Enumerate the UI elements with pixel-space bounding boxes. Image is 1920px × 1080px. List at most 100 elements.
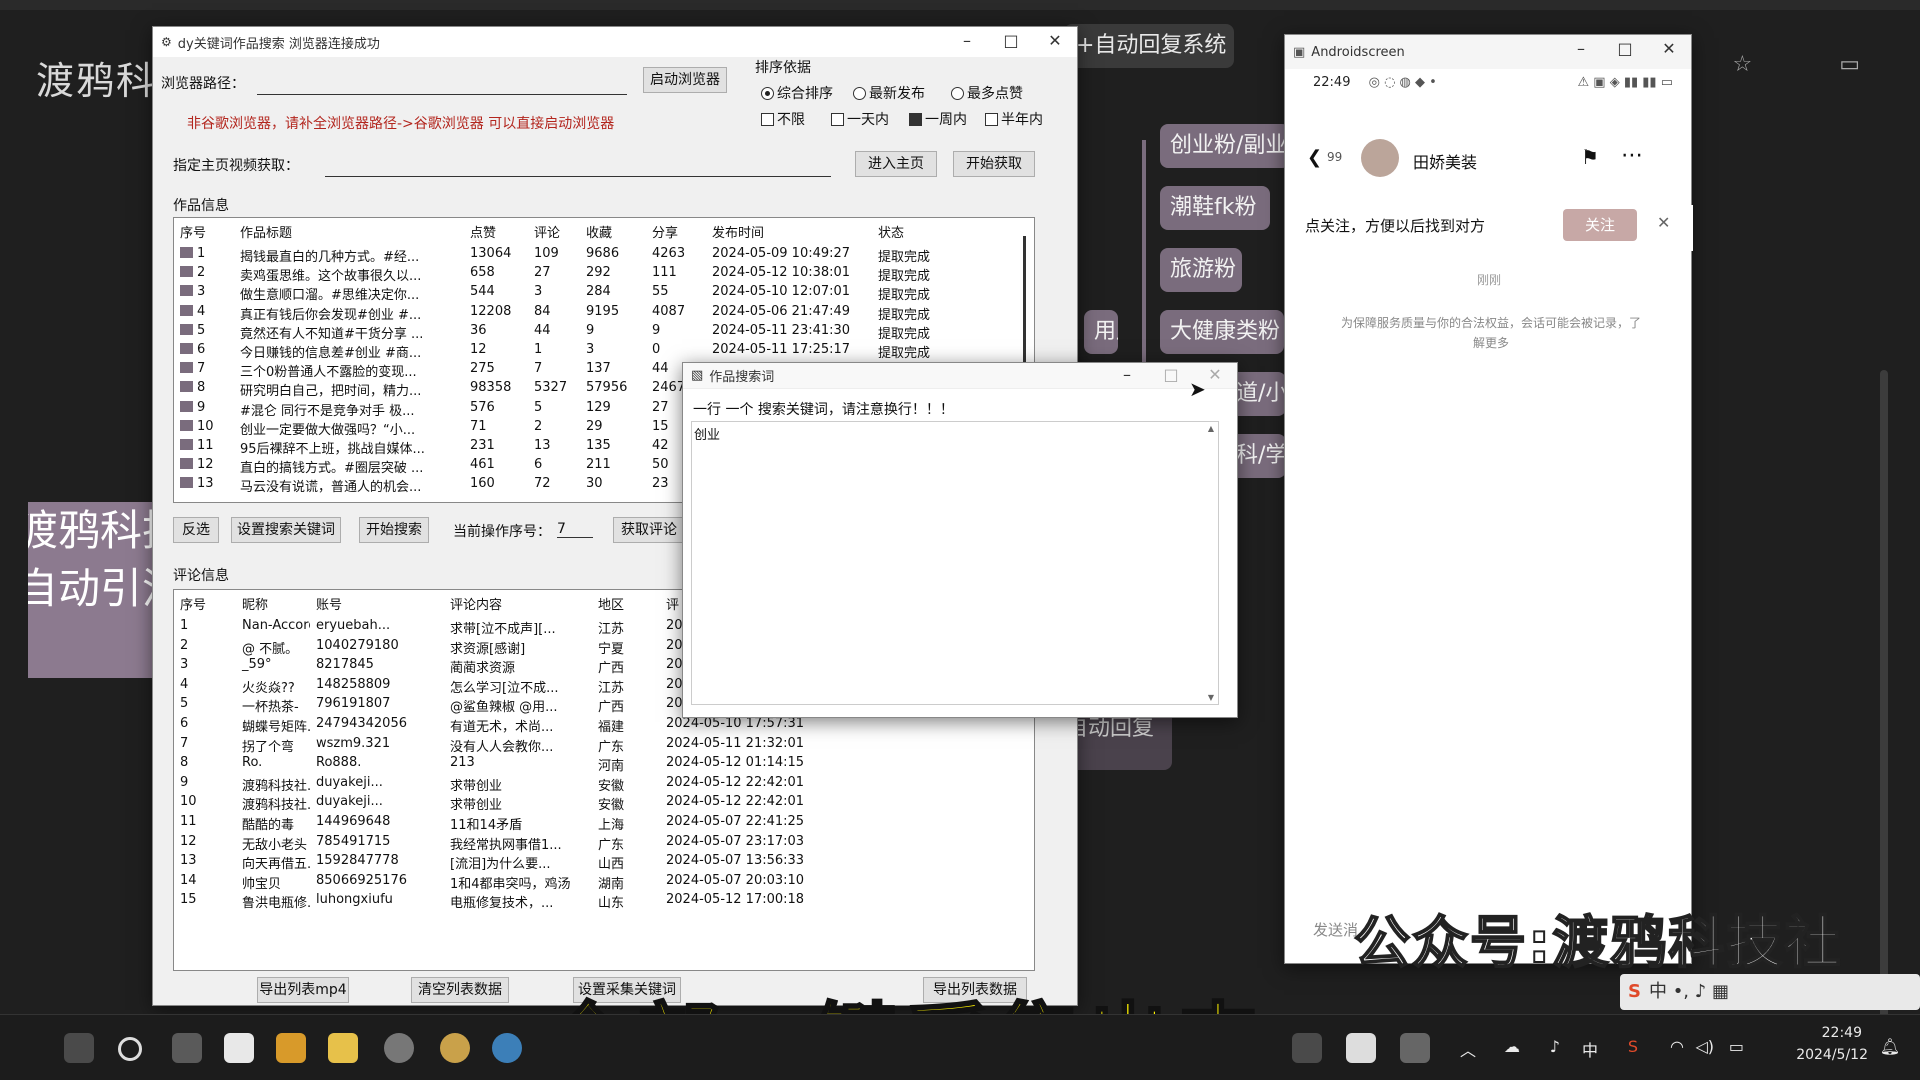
table-row[interactable]: 2 卖鸡蛋思维。这个故事很久以... 658 27 292 111 2024-05-12 1… bbox=[174, 265, 1002, 284]
time-option[interactable]: 不限 bbox=[761, 109, 805, 129]
close-prompt-icon[interactable]: ✕ bbox=[1657, 213, 1670, 232]
wifi-icon[interactable]: ◠ bbox=[1670, 1037, 1684, 1056]
more-icon[interactable]: ⋯ bbox=[1621, 143, 1643, 168]
message-input[interactable]: 发送消 bbox=[1313, 919, 1358, 940]
table-row[interactable]: 8 Ro. Ro888. 213 河南 2024-05-12 01:14:15 bbox=[174, 755, 810, 775]
get-comments-button[interactable]: 获取评论 bbox=[613, 517, 685, 543]
minimize-icon[interactable]: – bbox=[1105, 363, 1149, 393]
table-row[interactable]: 12 无敌小老头 785491715 我经常执网事借1... 广东 2024-05-07 … bbox=[174, 834, 810, 854]
row-checkbox[interactable] bbox=[180, 362, 193, 374]
bookmark-icon[interactable]: ⚑ bbox=[1581, 145, 1599, 169]
close-icon[interactable]: ✕ bbox=[1647, 35, 1691, 65]
row-checkbox[interactable] bbox=[180, 266, 193, 278]
browser-path-input[interactable] bbox=[257, 77, 627, 95]
invert-select-button[interactable]: 反选 bbox=[173, 517, 219, 543]
column-header[interactable]: 序号 bbox=[174, 594, 236, 614]
time-option[interactable]: 半年内 bbox=[985, 109, 1043, 129]
start-icon[interactable] bbox=[64, 1033, 94, 1063]
scroll-up-icon[interactable]: ▲ bbox=[1208, 424, 1214, 433]
clock-time[interactable]: 22:49 bbox=[1822, 1025, 1862, 1041]
table-row[interactable]: 15 鲁洪电瓶修... luhongxiufu 电瓶修复技术，... 山东 2024-05… bbox=[174, 892, 810, 912]
avatar[interactable] bbox=[1361, 139, 1399, 177]
table-row[interactable]: 7 拐了个弯 wszm9.321 没有人人会教你... 广东 2024-05-11 21:… bbox=[174, 736, 810, 756]
column-header[interactable]: 点赞 bbox=[464, 222, 528, 242]
mic-icon[interactable]: ♪ bbox=[1550, 1037, 1560, 1056]
row-checkbox[interactable] bbox=[180, 400, 193, 412]
clock-date[interactable]: 2024/5/12 bbox=[1796, 1047, 1868, 1063]
table-row[interactable]: 14 帅宝贝 85066925176 1和4都串突吗，鸡汤 湖南 2024-05-07 2… bbox=[174, 873, 810, 893]
app-icon[interactable] bbox=[384, 1033, 414, 1063]
notification-icon[interactable]: 🔔︎ bbox=[1880, 1037, 1900, 1056]
maximize-icon[interactable]: □ bbox=[1149, 363, 1193, 393]
row-checkbox[interactable] bbox=[180, 381, 193, 393]
maximize-icon[interactable]: □ bbox=[989, 27, 1033, 57]
minimize-icon[interactable]: – bbox=[945, 27, 989, 57]
android-icon[interactable] bbox=[1292, 1033, 1322, 1063]
sogou-tray-icon[interactable]: S bbox=[1628, 1037, 1638, 1056]
column-header[interactable]: 昵称 bbox=[236, 594, 310, 614]
column-header[interactable]: 序号 bbox=[174, 222, 234, 242]
column-header[interactable]: 发布时间 bbox=[706, 222, 872, 242]
cloud-icon[interactable]: ☁ bbox=[1504, 1037, 1520, 1056]
row-checkbox[interactable] bbox=[180, 439, 193, 450]
time-option[interactable]: 一周内 bbox=[909, 109, 967, 129]
table-row[interactable]: 6 蝴蝶号矩阵... 24794342056 有道无术，术尚... 福建 2024-05-… bbox=[174, 716, 810, 736]
volume-icon[interactable]: ◁) bbox=[1695, 1037, 1714, 1056]
homepage-input[interactable] bbox=[325, 159, 831, 177]
column-header[interactable]: 评论内容 bbox=[444, 594, 592, 614]
row-checkbox[interactable] bbox=[180, 477, 193, 489]
wps-icon[interactable] bbox=[1400, 1033, 1430, 1063]
app-icon[interactable] bbox=[1346, 1033, 1376, 1063]
export-mp4-button[interactable]: 导出列表mp4 bbox=[257, 977, 349, 1003]
chevron-up-icon[interactable]: ︿ bbox=[1460, 1037, 1476, 1061]
app-icon[interactable] bbox=[276, 1033, 306, 1063]
table-row[interactable]: 5 竟然还有人不知道#干货分享 ... 36 44 9 9 2024-05-11 23:41… bbox=[174, 323, 1002, 342]
row-checkbox[interactable] bbox=[180, 419, 193, 431]
row-checkbox[interactable] bbox=[180, 458, 193, 470]
follow-button[interactable]: 关注 bbox=[1563, 209, 1637, 241]
enter-homepage-button[interactable]: 进入主页 bbox=[855, 151, 937, 177]
keywords-textarea[interactable]: 创业 ▲ ▼ bbox=[691, 421, 1219, 705]
column-header[interactable]: 分享 bbox=[646, 222, 706, 242]
table-row[interactable]: 9 渡鸦科技社... duyakeji... 求带创业 安徽 2024-05-12 22:… bbox=[174, 775, 810, 795]
start-search-button[interactable]: 开始搜索 bbox=[359, 517, 429, 543]
close-icon[interactable]: ✕ bbox=[1033, 27, 1077, 57]
row-checkbox[interactable] bbox=[180, 285, 193, 297]
launch-browser-button[interactable]: 启动浏览器 bbox=[643, 67, 727, 93]
table-row[interactable]: 13 向天再借五... 1592847778 [流泪]为什么要... 山西 2024-05… bbox=[174, 853, 810, 873]
column-header[interactable]: 状态 bbox=[872, 222, 1002, 242]
minimize-icon[interactable]: – bbox=[1559, 35, 1603, 65]
search-icon[interactable] bbox=[118, 1037, 142, 1061]
column-header[interactable]: 作品标题 bbox=[234, 222, 464, 242]
table-row[interactable]: 6 今日赚钱的信息差#创业 #商... 12 1 3 0 2024-05-11 17:25:… bbox=[174, 342, 1002, 361]
set-search-keywords-button[interactable]: 设置搜索关键词 bbox=[231, 517, 341, 543]
column-header[interactable]: 评论 bbox=[528, 222, 580, 242]
table-row[interactable]: 1 揭钱最直白的几种方式。#经... 13064 109 9686 4263 2024-05… bbox=[174, 246, 1002, 265]
background-scrollbar[interactable] bbox=[1880, 370, 1888, 1020]
time-option[interactable]: 一天内 bbox=[831, 109, 889, 129]
maximize-icon[interactable]: □ bbox=[1603, 35, 1647, 65]
table-row[interactable]: 11 酷酷的毒 144969648 11和14矛盾 上海 2024-05-07 22:41… bbox=[174, 814, 810, 834]
file-explorer-icon[interactable] bbox=[328, 1033, 358, 1063]
taskview-icon[interactable] bbox=[172, 1033, 202, 1063]
row-checkbox[interactable] bbox=[180, 247, 193, 258]
row-checkbox[interactable] bbox=[180, 323, 193, 335]
column-header[interactable]: 地区 bbox=[592, 594, 660, 614]
sort-option[interactable]: 综合排序 bbox=[761, 83, 833, 103]
current-op-input[interactable]: 7 bbox=[557, 521, 593, 538]
table-row[interactable]: 3 做生意顺口溜。#思维决定你... 544 3 284 55 2024-05-10 12:… bbox=[174, 284, 1002, 303]
browser-icon[interactable] bbox=[440, 1033, 470, 1063]
battery-icon[interactable]: ▭ bbox=[1729, 1037, 1744, 1056]
row-checkbox[interactable] bbox=[180, 304, 193, 316]
clear-list-button[interactable]: 清空列表数据 bbox=[411, 977, 509, 1003]
calendar-app-icon[interactable] bbox=[224, 1033, 254, 1063]
ime-toolbar[interactable]: S中 •, ♪ ▦ bbox=[1620, 974, 1920, 1010]
back-icon[interactable]: ❮ bbox=[1307, 147, 1322, 168]
column-header[interactable]: 账号 bbox=[310, 594, 444, 614]
sort-option[interactable]: 最新发布 bbox=[853, 83, 925, 103]
ime-indicator[interactable]: 中 bbox=[1582, 1037, 1598, 1061]
table-row[interactable]: 4 真正有钱后你会发现#创业 #... 12208 84 9195 4087 2024-05… bbox=[174, 304, 1002, 323]
start-fetch-button[interactable]: 开始获取 bbox=[953, 151, 1035, 177]
sort-option[interactable]: 最多点赞 bbox=[951, 83, 1023, 103]
table-row[interactable]: 10 渡鸦科技社... duyakeji... 求带创业 安徽 2024-05-12 22… bbox=[174, 794, 810, 814]
